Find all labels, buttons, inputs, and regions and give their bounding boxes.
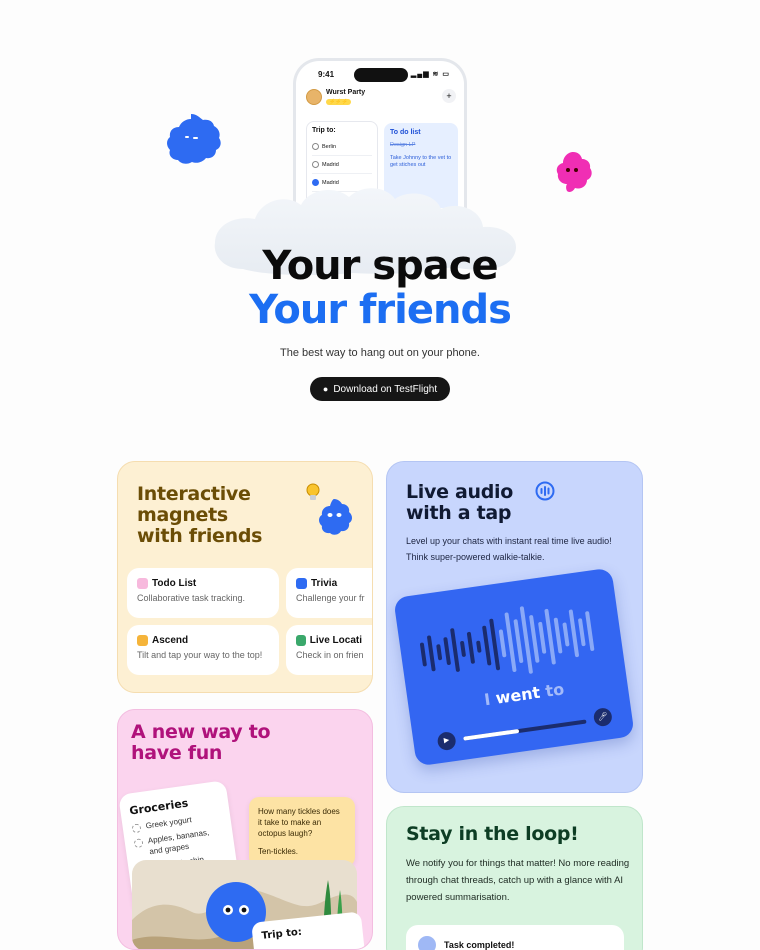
notification-preview[interactable]: Task completed! <box>406 925 624 950</box>
audio-title-line2: with a tap <box>406 502 512 524</box>
fun-title-line2: have fun <box>131 742 223 764</box>
add-button[interactable]: + <box>442 89 456 103</box>
todo-item[interactable]: Take Johnny to the vet to get stiches ou… <box>390 155 452 169</box>
hero-section: 9:41 ▂▄▆ ≋ ▭ Wurst Party ⚡⚡⚡ + Trip to: … <box>0 0 760 430</box>
apple-icon: ● <box>322 384 329 394</box>
magnet-tile-title: Ascend <box>152 635 189 646</box>
blue-blob-mascot-icon <box>167 114 221 164</box>
magnet-tile-todo[interactable]: Todo List Collaborative task tracking. <box>127 568 279 618</box>
magnet-tile-desc: Check in on frien <box>296 650 364 660</box>
new-way-to-have-fun-card: A new way to have fun Groceries Greek yo… <box>117 709 373 950</box>
magnets-title-line1: Interactive <box>137 483 251 505</box>
trip-widget-title: Trip to: <box>312 127 336 134</box>
live-audio-card: Live audio with a tap Level up your chat… <box>386 461 643 793</box>
party-badge: ⚡⚡⚡ <box>326 99 351 105</box>
phone-clock: 9:41 <box>318 70 335 79</box>
audio-progress-fill <box>463 728 520 741</box>
download-testflight-button[interactable]: ● Download on TestFlight <box>310 377 450 401</box>
transcript-word: to <box>544 679 566 701</box>
magnets-title-line3: with friends <box>137 525 263 547</box>
magnet-tile-desc: Tilt and tap your way to the top! <box>137 650 263 660</box>
trip-option-label: Madrid <box>322 161 339 168</box>
dynamic-island <box>354 68 408 82</box>
radio-icon <box>312 161 319 168</box>
status-bar-icons: ▂▄▆ ≋ ▭ <box>410 71 450 78</box>
audio-description: Level up your chats with instant real ti… <box>406 536 612 562</box>
magnet-tile-title: Trivia <box>311 578 338 589</box>
trivia-widget[interactable]: How many tickles does it take to make an… <box>249 797 355 867</box>
magnet-tile-live-location[interactable]: Live Locati Check in on frien <box>286 625 372 675</box>
trip-option-label: Berlin <box>322 143 337 150</box>
magnet-tile-desc: Collaborative task tracking. <box>137 593 246 603</box>
todo-list-icon <box>137 578 148 589</box>
hero-title-line1: Your space <box>262 243 498 289</box>
stay-in-loop-card: Stay in the loop! We notify you for thin… <box>386 806 643 950</box>
magnet-tile-trivia[interactable]: Trivia Challenge your fr <box>286 568 372 618</box>
blue-blob-mascot-icon <box>319 499 352 535</box>
checkbox-icon <box>133 838 144 849</box>
avatar <box>418 936 436 950</box>
loop-description: We notify you for things that matter! No… <box>406 858 630 903</box>
trivia-icon <box>296 578 307 589</box>
transcript-word: I <box>482 689 492 710</box>
live-audio-icon <box>535 481 555 501</box>
trivia-answer: Ten-tickles. <box>258 847 299 856</box>
loop-title: Stay in the loop! <box>406 823 579 845</box>
ascend-icon <box>137 635 148 646</box>
magnets-title: Interactive magnets with friends <box>137 484 297 547</box>
radio-icon <box>312 143 319 150</box>
audio-progress-bar[interactable] <box>463 719 587 741</box>
magnet-tile-title: Live Locati <box>309 635 362 646</box>
magnets-card: Interactive magnets with friends Todo Li… <box>117 461 373 693</box>
todo-widget-title: To do list <box>390 129 421 136</box>
trivia-question: How many tickles does it take to make an… <box>258 807 340 838</box>
mute-button[interactable]: 🎤︎ <box>592 706 614 728</box>
fun-title: A new way to have fun <box>131 722 291 764</box>
trip-option[interactable]: Madrid <box>312 156 372 174</box>
magnet-tile-desc: Challenge your fr <box>296 593 365 603</box>
audio-title: Live audio with a tap <box>406 482 513 524</box>
party-name: Wurst Party <box>326 89 366 96</box>
party-avatar <box>306 89 322 105</box>
transcript-word-current: went <box>494 682 542 708</box>
fun-title-line1: A new way to <box>131 721 271 743</box>
todo-item-done[interactable]: Design LP <box>390 142 452 149</box>
audio-player-widget: I went to ▶ 🎤︎ <box>393 567 635 767</box>
magnet-tile-title: Todo List <box>152 578 197 589</box>
trip-option[interactable]: Berlin <box>312 138 372 156</box>
play-button[interactable]: ▶ <box>436 730 457 752</box>
pink-blob-mascot-icon <box>556 152 592 192</box>
magnet-tile-ascend[interactable]: Ascend Tilt and tap your way to the top! <box>127 625 279 675</box>
audio-title-line1: Live audio <box>406 481 514 503</box>
checkbox-icon <box>131 823 142 834</box>
download-button-label: Download on TestFlight <box>333 383 438 395</box>
hero-title-line2: Your friends <box>249 287 512 333</box>
audio-waveform-icon <box>419 606 595 674</box>
magnets-title-line2: magnets <box>137 504 228 526</box>
hero-tagline: The best way to hang out on your phone. <box>280 347 480 359</box>
grocery-item-label: Greek yogurt <box>145 815 193 831</box>
notification-text: Task completed! <box>444 940 515 950</box>
live-location-icon <box>296 635 306 646</box>
